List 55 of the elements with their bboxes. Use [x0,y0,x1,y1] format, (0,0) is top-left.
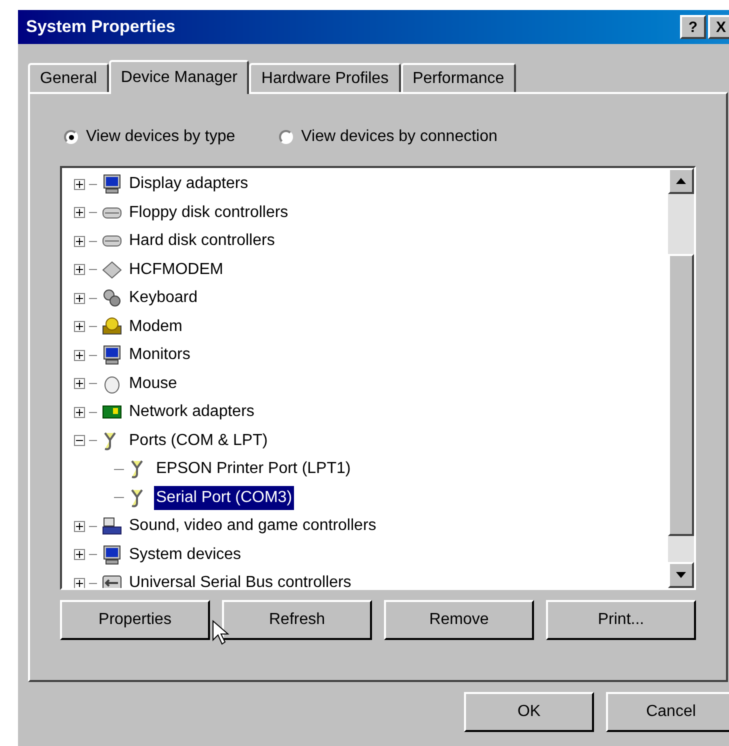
action-button[interactable]: Print... [546,600,696,640]
tree-item[interactable]: Keyboard [127,286,200,310]
tree-item[interactable]: Network adapters [127,400,256,424]
expander-toggle[interactable] [74,236,85,247]
expander-toggle[interactable] [74,549,85,560]
tab[interactable]: Hardware Profiles [249,63,401,92]
radio-label[interactable]: View devices by type [86,125,236,149]
scroll-up-button[interactable] [668,168,694,194]
expander-toggle[interactable] [74,435,85,446]
tree-item[interactable]: Mouse [127,372,180,396]
action-button[interactable]: Properties [60,600,210,640]
expander-toggle[interactable] [74,207,85,218]
tree-item[interactable]: HCFMODEM [127,258,226,282]
tree-item[interactable]: Universal Serial Bus controllers [127,571,354,588]
close-button[interactable]: X [708,15,729,39]
action-button[interactable]: Remove [384,600,534,640]
scroll-down-button[interactable] [668,562,694,588]
up-arrow-icon [676,178,686,184]
tree-item[interactable]: Display adapters [127,172,250,196]
radio-label[interactable]: View devices by connection [301,125,498,149]
expander-toggle[interactable] [74,264,85,276]
tree-item[interactable]: Hard disk controllers [127,229,277,254]
scroll-thumb[interactable] [668,254,694,536]
action-button[interactable]: Refresh [222,600,372,640]
cancel-button[interactable]: Cancel [606,692,729,732]
expander-toggle[interactable] [74,178,85,190]
tree-item[interactable]: Modem [127,314,184,339]
expander-toggle[interactable] [74,520,85,532]
expander-toggle[interactable] [74,321,85,332]
tab[interactable]: General [28,63,109,92]
help-button[interactable]: ? [680,15,706,39]
diamond-icon [101,258,123,281]
tab[interactable]: Performance [400,63,516,92]
tab[interactable]: Device Manager [108,60,250,94]
window-title: System Properties [26,16,176,38]
radio-button[interactable] [64,130,78,144]
ok-button[interactable]: OK [464,692,594,732]
tree-item[interactable]: EPSON Printer Port (LPT1) [154,457,353,482]
expander-toggle[interactable] [74,378,85,390]
tree-item[interactable]: Monitors [127,343,192,368]
expander-toggle[interactable] [74,406,85,418]
expander-toggle[interactable] [74,350,85,361]
tree-item[interactable]: Sound, video and game controllers [127,514,378,538]
computer-icon [101,544,123,566]
tree-item[interactable]: Serial Port (COM3) [154,486,294,510]
scrollbar[interactable] [668,168,694,588]
monitor-icon [101,173,123,196]
down-arrow-icon [676,572,686,578]
tree-item[interactable]: System devices [127,542,244,567]
tree-item[interactable]: Floppy disk controllers [127,200,290,225]
tree-item[interactable]: Ports (COM & LPT) [127,428,270,453]
expander-toggle[interactable] [74,292,85,304]
monitor-icon [101,344,123,366]
expander-toggle[interactable] [74,578,85,588]
radio-button[interactable] [279,130,294,144]
